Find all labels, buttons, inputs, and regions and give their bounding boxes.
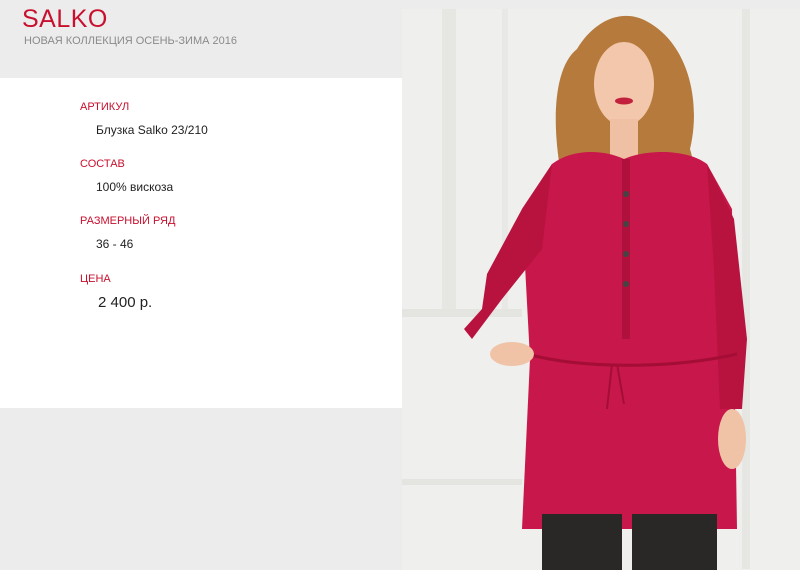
sizes-value: 36 - 46	[96, 237, 134, 251]
price-value: 2 400 р.	[98, 294, 153, 311]
model-illustration	[402, 9, 800, 570]
sizes-label: РАЗМЕРНЫЙ РЯД	[80, 215, 176, 227]
price-label: ЦЕНА	[80, 273, 111, 285]
product-info-panel: АРТИКУЛ Блузка Salko 23/210 СОСТАВ 100% …	[0, 78, 402, 408]
sku-value: Блузка Salko 23/210	[96, 123, 208, 137]
collection-subtitle: НОВАЯ КОЛЛЕКЦИЯ ОСЕНЬ-ЗИМА 2016	[24, 35, 237, 47]
sku-label: АРТИКУЛ	[80, 101, 130, 113]
header: SALKO НОВАЯ КОЛЛЕКЦИЯ ОСЕНЬ-ЗИМА 2016	[0, 0, 402, 78]
composition-label: СОСТАВ	[80, 158, 125, 170]
product-photo	[402, 9, 800, 570]
composition-value: 100% вискоза	[96, 180, 174, 194]
bottom-left-area	[0, 408, 402, 570]
brand-logo[interactable]: SALKO	[22, 5, 108, 34]
